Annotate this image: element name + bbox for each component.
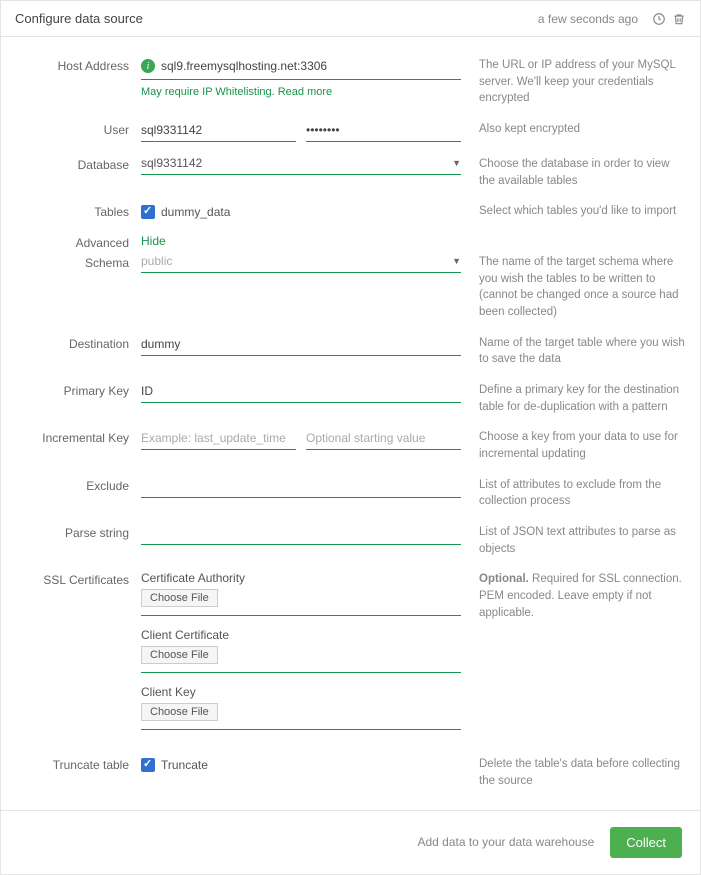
database-select[interactable]: sql9331142 ▼ [141, 156, 461, 175]
chevron-down-icon: ▼ [452, 256, 461, 266]
choose-file-cert-button[interactable]: Choose File [141, 646, 218, 664]
help-truncate: Delete the table's data before collectin… [461, 756, 686, 789]
chevron-down-icon: ▼ [452, 158, 461, 168]
help-exclude: List of attributes to exclude from the c… [461, 477, 686, 510]
choose-file-key-button[interactable]: Choose File [141, 703, 218, 721]
choose-file-ca-button[interactable]: Choose File [141, 589, 218, 607]
page-title: Configure data source [15, 11, 538, 26]
help-database: Choose the database in order to view the… [461, 156, 686, 189]
help-user: Also kept encrypted [461, 121, 686, 138]
label-user: User [15, 121, 141, 137]
label-tables: Tables [15, 203, 141, 219]
help-tables: Select which tables you'd like to import [461, 203, 686, 220]
label-database: Database [15, 156, 141, 172]
clock-icon[interactable] [652, 12, 666, 26]
help-host: The URL or IP address of your MySQL serv… [461, 57, 686, 107]
help-schema: The name of the target schema where you … [461, 254, 686, 321]
hide-toggle[interactable]: Hide [141, 234, 166, 248]
label-ssl: SSL Certificates [15, 571, 141, 587]
footer-text: Add data to your data warehouse [417, 835, 594, 849]
help-parse-string: List of JSON text attributes to parse as… [461, 524, 686, 557]
parse-string-input[interactable] [141, 524, 461, 545]
exclude-input[interactable] [141, 477, 461, 498]
primary-key-input[interactable] [141, 382, 461, 403]
info-icon: i [141, 59, 155, 73]
ssl-client-key-label: Client Key [141, 685, 461, 699]
help-ssl: Optional. Required for SSL connection. P… [461, 571, 686, 621]
ssl-ca-label: Certificate Authority [141, 571, 461, 585]
label-incremental-key: Incremental Key [15, 429, 141, 445]
schema-select[interactable]: public ▼ [141, 254, 461, 273]
destination-input[interactable] [141, 335, 461, 356]
label-truncate: Truncate table [15, 756, 141, 772]
help-primary-key: Define a primary key for the destination… [461, 382, 686, 415]
incremental-key-input[interactable] [141, 429, 296, 450]
timestamp: a few seconds ago [538, 12, 638, 26]
whitelist-link[interactable]: May require IP Whitelisting. Read more [141, 86, 461, 98]
panel-footer: Add data to your data warehouse Collect [1, 810, 700, 874]
trash-icon[interactable] [672, 12, 686, 26]
password-input[interactable] [306, 121, 461, 142]
help-destination: Name of the target table where you wish … [461, 335, 686, 368]
label-schema: Schema [15, 254, 141, 270]
database-value: sql9331142 [141, 156, 202, 170]
label-primary-key: Primary Key [15, 382, 141, 398]
truncate-label: Truncate [161, 758, 208, 772]
label-exclude: Exclude [15, 477, 141, 493]
user-input[interactable] [141, 121, 296, 142]
help-incremental-key: Choose a key from your data to use for i… [461, 429, 686, 462]
collect-button[interactable]: Collect [610, 827, 682, 858]
truncate-checkbox[interactable] [141, 758, 155, 772]
table-name: dummy_data [161, 205, 230, 219]
ssl-client-cert-label: Client Certificate [141, 628, 461, 642]
table-checkbox[interactable] [141, 205, 155, 219]
label-destination: Destination [15, 335, 141, 351]
label-parse-string: Parse string [15, 524, 141, 540]
host-input[interactable] [161, 57, 461, 75]
panel-header: Configure data source a few seconds ago [1, 1, 700, 37]
schema-value: public [141, 254, 172, 268]
label-advanced: Advanced [15, 234, 141, 250]
label-host: Host Address [15, 57, 141, 73]
incremental-start-input[interactable] [306, 429, 461, 450]
